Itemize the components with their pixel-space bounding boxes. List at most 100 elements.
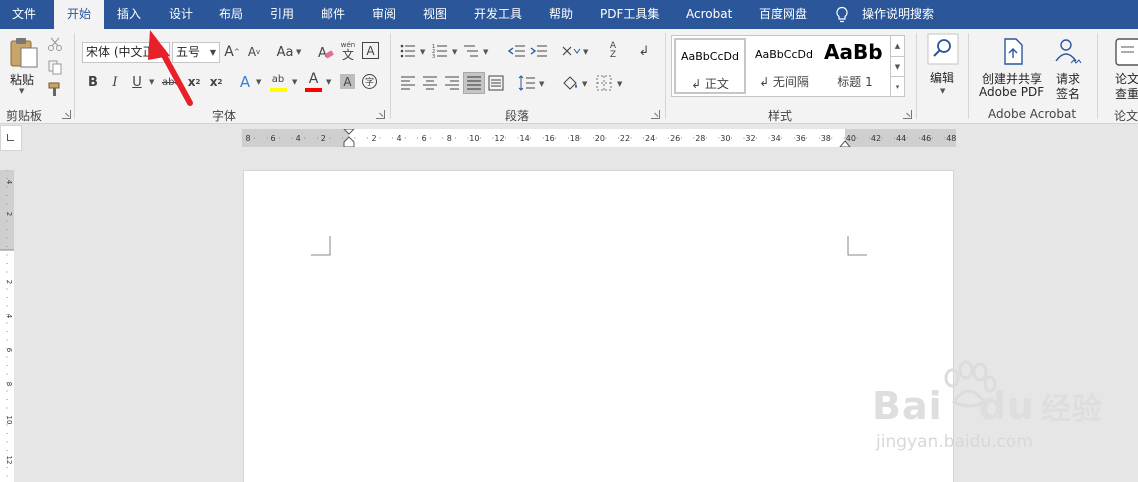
tab-review[interactable]: 审阅	[372, 0, 396, 29]
ruler-label: 34	[771, 134, 781, 143]
tab-view[interactable]: 视图	[423, 0, 447, 29]
font-launcher-icon[interactable]	[376, 110, 385, 119]
gallery-scroll-down-icon[interactable]: ▼	[890, 56, 904, 76]
tab-pdf-tools[interactable]: PDF工具集	[600, 0, 659, 29]
font-size-combobox[interactable]: 五号 ▼	[172, 42, 220, 63]
clear-formatting-icon[interactable]: A	[316, 43, 334, 61]
bullets-icon[interactable]	[400, 43, 416, 59]
align-center-icon[interactable]	[422, 75, 438, 91]
multilevel-list-icon[interactable]	[463, 43, 479, 59]
align-left-icon[interactable]	[400, 75, 416, 91]
highlight-icon[interactable]: ab	[268, 71, 288, 87]
format-painter-icon[interactable]	[47, 81, 63, 97]
justify-button[interactable]	[463, 72, 485, 94]
create-pdf-icon	[1004, 38, 1023, 65]
cut-icon[interactable]	[47, 36, 63, 52]
tab-insert[interactable]: 插入	[117, 0, 141, 29]
tab-home[interactable]: 开始	[54, 0, 104, 29]
tab-design[interactable]: 设计	[169, 0, 193, 29]
align-right-icon[interactable]	[444, 75, 460, 91]
justify-icon	[467, 76, 481, 90]
change-case-dropdown-icon[interactable]: ▼	[296, 48, 301, 56]
increase-indent-icon[interactable]	[530, 43, 548, 59]
italic-icon[interactable]: I	[107, 73, 123, 91]
underline-dropdown-icon[interactable]: ▼	[149, 78, 154, 86]
character-shading-icon[interactable]: A	[340, 74, 355, 89]
paste-button[interactable]: 粘贴	[6, 33, 42, 89]
chinese-layout-icon[interactable]	[561, 43, 581, 59]
gallery-more-icon[interactable]: ▾	[890, 76, 904, 96]
sort-icon[interactable]: AZ	[605, 42, 621, 60]
shading-dropdown-icon[interactable]: ▼	[582, 80, 587, 88]
numbering-dropdown-icon[interactable]: ▼	[452, 48, 457, 56]
phonetic-guide-button[interactable]: wén 文	[338, 41, 358, 61]
font-name-combobox[interactable]: 宋体 (中文正 ▼	[82, 42, 170, 63]
distributed-icon[interactable]	[488, 75, 504, 91]
styles-launcher-icon[interactable]	[903, 110, 912, 119]
text-effects-dropdown-icon[interactable]: ▼	[256, 78, 261, 86]
editing-button[interactable]: 编辑 ▼	[924, 33, 962, 97]
multilevel-list-dropdown-icon[interactable]: ▼	[483, 48, 488, 56]
font-color-dropdown-icon[interactable]: ▼	[326, 78, 331, 86]
decrease-indent-icon[interactable]	[508, 43, 526, 59]
style-normal[interactable]: AaBbCcDd ↲ 正文	[674, 38, 746, 94]
text-effects-icon[interactable]: A	[236, 72, 254, 92]
shrink-font-icon[interactable]: Av	[246, 43, 262, 61]
strikethrough-icon[interactable]: abc	[162, 73, 180, 91]
grow-font-icon[interactable]: A ^	[224, 43, 240, 61]
numbering-icon[interactable]: 123	[432, 43, 448, 59]
vertical-ruler[interactable]: 4224681012	[0, 170, 14, 482]
tab-layout[interactable]: 布局	[219, 0, 243, 29]
superscript-icon[interactable]: x2	[207, 73, 225, 91]
tab-help[interactable]: 帮助	[549, 0, 573, 29]
borders-dropdown-icon[interactable]: ▼	[617, 80, 622, 88]
subscript-icon[interactable]: x2	[185, 73, 203, 91]
horizontal-ruler[interactable]: 8 6 4 2 2 4 6 8 10 12 14 16 18 20 22 24 26 28 30 32 34 36 38 40…	[242, 129, 956, 147]
font-color-icon[interactable]: A	[305, 71, 322, 87]
tab-selector[interactable]	[0, 125, 22, 151]
tab-mailings[interactable]: 邮件	[321, 0, 345, 29]
change-case-button[interactable]: Aa	[276, 43, 294, 61]
styles-gallery[interactable]: AaBbCcDd ↲ 正文 AaBbCcDd ↲ 无间隔 AaBb 标题 1 ▲…	[671, 35, 905, 97]
character-border-icon[interactable]: A	[362, 42, 379, 59]
tell-me-search[interactable]: 操作说明搜索	[862, 0, 934, 29]
line-spacing-dropdown-icon[interactable]: ▼	[539, 80, 544, 88]
line-spacing-icon[interactable]	[518, 75, 536, 91]
document-page[interactable]	[243, 170, 954, 482]
bullets-dropdown-icon[interactable]: ▼	[420, 48, 425, 56]
ruler-label: 42	[871, 134, 881, 143]
ruler-label: 36	[796, 134, 806, 143]
tab-developer[interactable]: 开发工具	[474, 0, 522, 29]
ruler-label: 48	[946, 134, 956, 143]
baidu-text-2: du	[978, 384, 1035, 428]
ribbon-tab-bar: 文件 开始 插入 设计 布局 引用 邮件 审阅 视图 开发工具 帮助 PDF工具…	[0, 0, 1138, 29]
tab-file[interactable]: 文件	[12, 0, 36, 29]
clipboard-launcher-icon[interactable]	[62, 110, 71, 119]
show-marks-icon[interactable]: ↲	[636, 42, 652, 60]
chinese-layout-dropdown-icon[interactable]: ▼	[583, 48, 588, 56]
tab-references[interactable]: 引用	[270, 0, 294, 29]
shading-icon[interactable]	[561, 75, 579, 91]
tab-baidu-netdisk[interactable]: 百度网盘	[759, 0, 807, 29]
request-signature-button[interactable]: 请求 签名	[1050, 33, 1088, 103]
style-no-spacing[interactable]: AaBbCcDd ↲ 无间隔	[748, 38, 820, 94]
ruler-label: 6	[271, 134, 276, 143]
style-heading-1[interactable]: AaBb 标题 1	[822, 38, 888, 94]
svg-text:A: A	[318, 46, 327, 61]
paste-dropdown-icon[interactable]: ▼	[19, 87, 24, 95]
borders-icon[interactable]	[596, 75, 612, 91]
change-case-label: Aa	[276, 44, 294, 60]
ruler-label: 38	[821, 134, 831, 143]
tab-acrobat[interactable]: Acrobat	[686, 0, 732, 29]
gallery-scroll-up-icon[interactable]: ▲	[890, 36, 904, 56]
copy-icon[interactable]	[47, 59, 63, 75]
bold-icon[interactable]: B	[85, 73, 101, 91]
highlight-dropdown-icon[interactable]: ▼	[292, 78, 297, 86]
underline-icon[interactable]: U	[129, 73, 145, 91]
paper-check-button[interactable]: 论文 查重	[1108, 33, 1138, 103]
create-share-pdf-button[interactable]: 创建并共享 Adobe PDF	[978, 33, 1046, 103]
paragraph-launcher-icon[interactable]	[651, 110, 660, 119]
ruler-label: 10	[469, 134, 479, 143]
enclose-characters-icon[interactable]: 字	[362, 74, 377, 89]
font-size-value: 五号	[176, 45, 201, 59]
